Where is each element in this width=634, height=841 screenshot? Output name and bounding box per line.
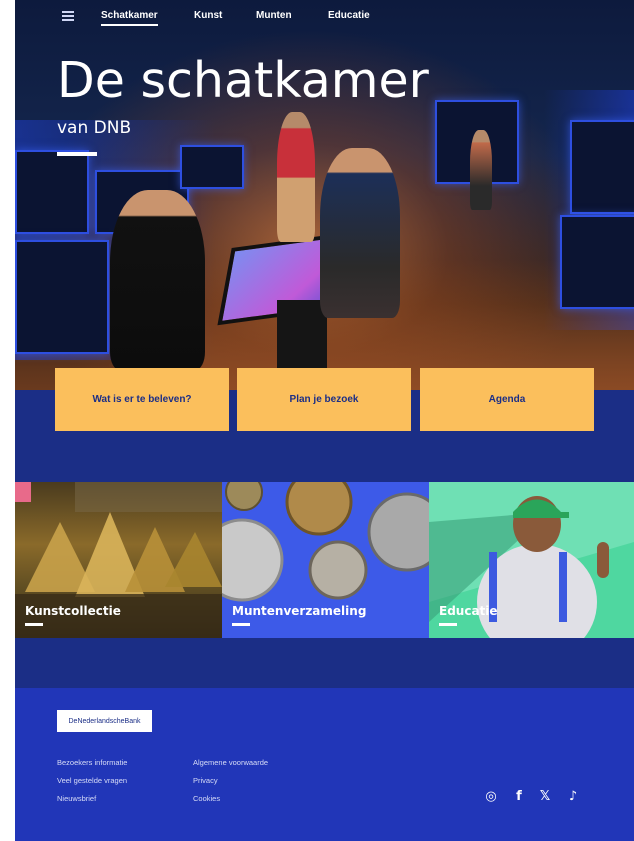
tile-kunstcollectie[interactable]: Kunstcollectie <box>15 482 222 638</box>
tile-label: Educatie <box>439 604 498 618</box>
footer-link-nieuwsbrief[interactable]: Nieuwsbrief <box>57 794 96 803</box>
plan-visit-button[interactable]: Plan je bezoek <box>237 368 411 431</box>
visitor-figure <box>470 130 492 210</box>
footer-link-bezoekers[interactable]: Bezoekers informatie <box>57 758 127 767</box>
page-title: De schatkamer <box>57 52 429 109</box>
display-cabinet <box>180 145 244 189</box>
footer-link-cookies[interactable]: Cookies <box>193 794 220 803</box>
x-icon[interactable]: 𝕏 <box>537 788 553 804</box>
display-cabinet <box>15 240 109 354</box>
nav-item-educatie[interactable]: Educatie <box>328 10 370 21</box>
title-underline <box>57 152 97 156</box>
nav-item-kunst[interactable]: Kunst <box>194 10 222 21</box>
tiktok-icon[interactable]: ♪ <box>565 788 581 804</box>
display-cabinet <box>570 120 634 214</box>
instagram-icon[interactable]: ◎ <box>483 788 499 804</box>
visitor-figure <box>277 112 315 242</box>
dnb-logo[interactable]: DeNederlandscheBank <box>57 710 152 732</box>
display-cabinet <box>560 215 634 309</box>
visitor-figure <box>320 148 400 318</box>
facebook-icon[interactable]: f <box>511 788 527 804</box>
nav-item-schatkamer[interactable]: Schatkamer <box>101 10 158 26</box>
tile-label: Kunstcollectie <box>25 604 121 618</box>
visitor-figure <box>110 190 205 370</box>
footer-link-privacy[interactable]: Privacy <box>193 776 218 785</box>
tile-muntenverzameling[interactable]: Muntenverzameling <box>222 482 429 638</box>
page: Schatkamer Kunst Munten Educatie De scha… <box>15 0 634 841</box>
agenda-button[interactable]: Agenda <box>420 368 594 431</box>
tile-label: Muntenverzameling <box>232 604 367 618</box>
display-cabinet <box>15 150 89 234</box>
experience-button[interactable]: Wat is er te beleven? <box>55 368 229 431</box>
page-subtitle: van DNB <box>57 118 132 138</box>
footer-link-faq[interactable]: Veel gestelde vragen <box>57 776 127 785</box>
nav-item-munten[interactable]: Munten <box>256 10 292 21</box>
top-navigation: Schatkamer Kunst Munten Educatie <box>15 0 634 34</box>
hamburger-menu-icon[interactable] <box>62 11 74 21</box>
tile-educatie[interactable]: Educatie <box>429 482 634 638</box>
footer: DeNederlandscheBank Bezoekers informatie… <box>15 688 634 841</box>
footer-link-voorwaarden[interactable]: Algemene voorwaarde <box>193 758 268 767</box>
hero-section: Schatkamer Kunst Munten Educatie De scha… <box>15 0 634 390</box>
